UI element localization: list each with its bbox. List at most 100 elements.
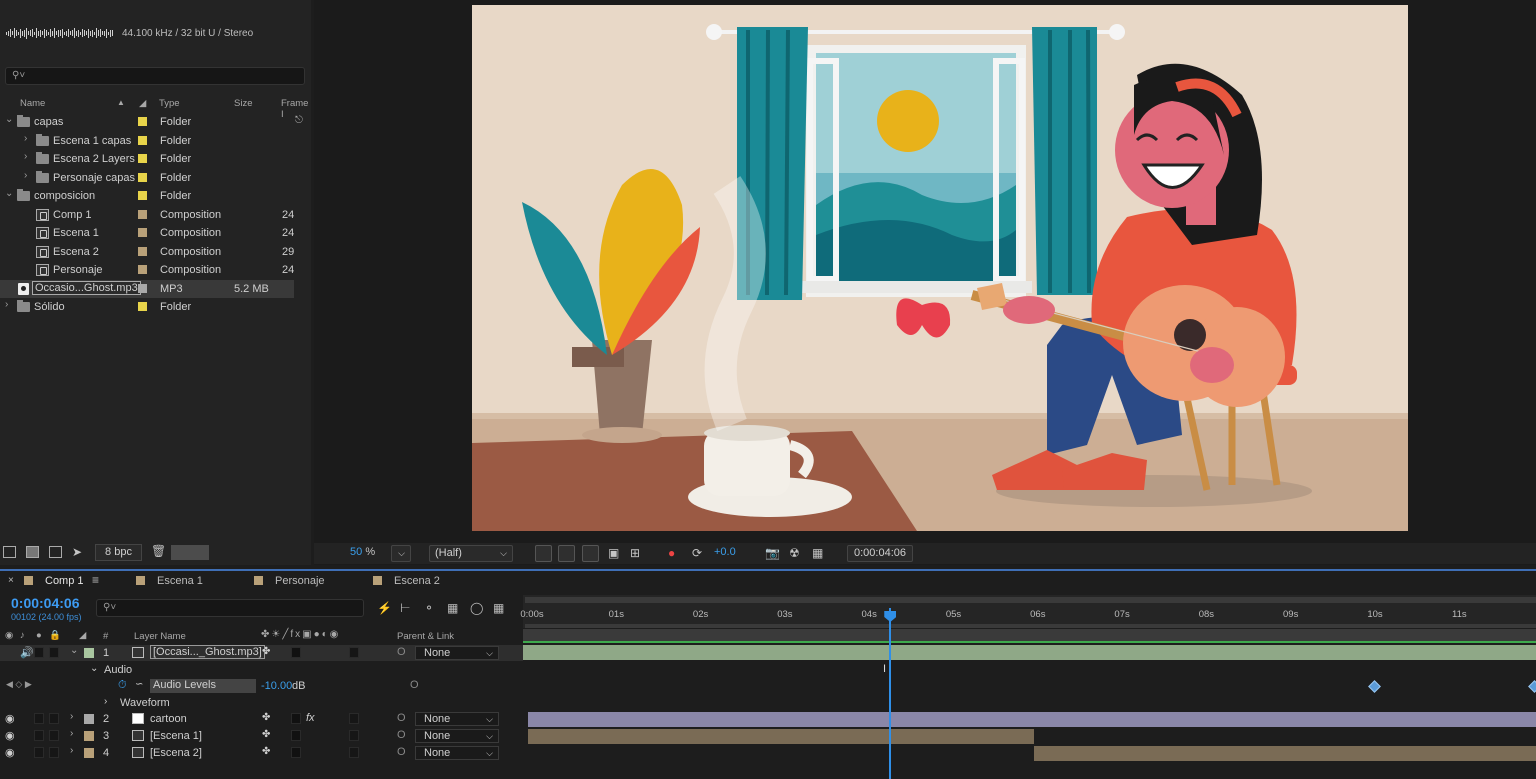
zoom-value[interactable]: 50 [350, 546, 362, 558]
time-ruler[interactable]: 0:00s 01s 02s 03s 04s 05s 06s 07s 08s 09s 10s 11s [520, 595, 1536, 628]
parent-dropdown[interactable]: None ⌵ [415, 746, 499, 760]
sort-up-icon[interactable]: ▲ [117, 98, 125, 107]
chevron-down-icon[interactable]: ⌄ [5, 188, 13, 199]
new-folder-icon[interactable] [26, 546, 39, 558]
comp-flowchart-icon[interactable]: ⊢ [400, 601, 415, 615]
lock-icon[interactable]: 🔒 [49, 630, 61, 641]
lock-toggle[interactable] [49, 747, 59, 758]
current-time-indicator[interactable] [889, 608, 892, 779]
project-item[interactable]: › Sólido Folder [0, 298, 294, 316]
resolution-dropdown[interactable]: (Half) ⌵ [429, 545, 513, 562]
lock-toggle[interactable] [49, 730, 59, 741]
label-color-swatch[interactable] [138, 117, 147, 126]
flowchart-icon[interactable]: ⎋ [295, 115, 303, 126]
composition-preview-image[interactable] [472, 5, 1408, 531]
timeline-search-input[interactable]: ⚲˅ [96, 599, 364, 617]
tab-escena-2[interactable]: Escena 2 [373, 575, 440, 587]
video-switch-icon[interactable]: ◉ [5, 630, 13, 641]
trash-icon[interactable]: 🗑 [151, 544, 166, 558]
interpret-footage-icon[interactable] [3, 546, 16, 558]
eye-icon[interactable]: ◉ [5, 712, 15, 725]
effects-switch[interactable]: fx [306, 712, 315, 724]
exposure-value[interactable]: +0.0 [714, 546, 736, 562]
mask-visibility-icon[interactable] [582, 545, 599, 562]
parent-dropdown[interactable]: None ⌵ [415, 712, 499, 726]
bit-depth-button[interactable]: 8 bpc [95, 544, 142, 561]
guides-icon[interactable]: ⊞ [630, 546, 640, 562]
chevron-down-icon[interactable]: ⌄ [5, 114, 13, 125]
label-color-swatch[interactable] [84, 648, 94, 658]
tab-personaje[interactable]: Personaje [254, 575, 325, 587]
draft-3d-icon[interactable]: ⚡ [377, 601, 392, 615]
menu-icon[interactable]: ≡ [92, 573, 99, 587]
chevron-down-icon[interactable]: ⌄ [70, 645, 78, 656]
reset-exposure-icon[interactable]: ⟳ [692, 546, 702, 562]
escena2-layer-bar[interactable] [1034, 746, 1536, 761]
color-swatch[interactable] [171, 545, 209, 560]
shy-switch-icon[interactable]: ✤ [262, 729, 270, 740]
solo-toggle[interactable] [34, 747, 44, 758]
zoom-level[interactable]: 50 % [350, 546, 375, 562]
graph-editor-icon[interactable]: ▦ [493, 601, 508, 615]
project-item[interactable]: Escena 1 Composition 24 [0, 224, 294, 242]
tab-comp-1[interactable]: Comp 1 [24, 575, 84, 587]
graph-icon[interactable]: ∽ [135, 679, 143, 690]
parent-dropdown[interactable]: None ⌵ [415, 646, 499, 660]
pickwhip-icon[interactable]: О [410, 679, 419, 691]
parent-dropdown[interactable]: None ⌵ [415, 729, 499, 743]
property-row[interactable]: ◀ ◇ ▶ ⏱ ∽ Audio Levels -10.00 dB О [0, 678, 523, 694]
project-item[interactable]: › Personaje capas Folder [0, 169, 294, 187]
viewer-timecode[interactable]: 0:00:04:06 [847, 545, 913, 562]
adjustment-switch[interactable] [349, 747, 359, 758]
pickwhip-icon[interactable]: О [397, 746, 406, 758]
navigator-bar[interactable] [525, 624, 1536, 628]
pickwhip-icon[interactable]: О [397, 729, 406, 741]
label-color-swatch[interactable] [84, 731, 94, 741]
label-color-swatch[interactable] [138, 246, 147, 256]
solo-toggle[interactable] [34, 647, 44, 658]
column-type[interactable]: Type [159, 98, 180, 109]
quality-switch[interactable] [291, 747, 301, 758]
new-composition-icon[interactable] [49, 546, 62, 558]
fast-previews-icon[interactable] [535, 545, 552, 562]
project-item[interactable]: › Escena 1 capas Folder [0, 132, 294, 150]
adjustment-switch[interactable] [349, 713, 359, 724]
current-timecode[interactable]: 0:00:04:06 [11, 595, 80, 611]
chevron-right-icon[interactable]: › [24, 170, 27, 181]
audio-layer-bar[interactable] [523, 645, 1536, 660]
chevron-right-icon[interactable]: › [24, 133, 27, 144]
snapshot-icon[interactable]: 📷 [765, 546, 780, 562]
label-color-swatch[interactable] [138, 302, 147, 311]
eye-icon[interactable]: ◉ [5, 729, 15, 742]
audio-switch-icon[interactable]: ♪ [20, 630, 25, 641]
adjustment-switch[interactable] [349, 730, 359, 741]
close-icon[interactable]: × [8, 575, 14, 586]
work-area-bar[interactable] [525, 597, 1536, 603]
label-tag-icon[interactable]: ◢ [139, 98, 146, 109]
region-of-interest-icon[interactable]: ▣ [608, 546, 619, 562]
label-color-swatch[interactable] [138, 191, 147, 200]
pickwhip-icon[interactable]: О [397, 646, 406, 658]
project-item[interactable]: ⌄ composicion Folder [0, 187, 294, 205]
column-size[interactable]: Size [234, 98, 252, 109]
solo-toggle[interactable] [34, 713, 44, 724]
solo-toggle[interactable] [34, 730, 44, 741]
frame-blending-icon[interactable]: ▦ [447, 601, 462, 615]
label-color-swatch[interactable] [84, 714, 94, 724]
project-item[interactable]: Occasio...Ghost.mp3 MP3 5.2 MB [0, 279, 294, 298]
channel-display-icon[interactable]: ▦ [812, 546, 823, 562]
layer-name[interactable]: [Escena 1] [150, 730, 202, 742]
keyframe-nav-icon[interactable]: ◀ ◇ ▶ [6, 679, 32, 690]
layer-row[interactable]: ◉ › 4 [Escena 2] ✤ О None ⌵ [0, 745, 523, 761]
layer-row[interactable]: ◉ › 3 [Escena 1] ✤ О None ⌵ [0, 728, 523, 744]
pickwhip-icon[interactable]: О [397, 712, 406, 724]
label-color-swatch[interactable] [138, 154, 147, 163]
chevron-right-icon[interactable]: › [70, 745, 73, 756]
motion-blur-icon[interactable]: ◯ [470, 601, 485, 615]
chevron-right-icon[interactable]: › [70, 728, 73, 739]
project-item[interactable]: Personaje Composition 24 [0, 261, 294, 279]
quality-switch[interactable] [291, 647, 301, 658]
label-color-swatch[interactable] [138, 228, 147, 237]
audio-levels-value[interactable]: -10.00 [261, 680, 292, 692]
solo-icon[interactable]: ● [36, 630, 42, 641]
